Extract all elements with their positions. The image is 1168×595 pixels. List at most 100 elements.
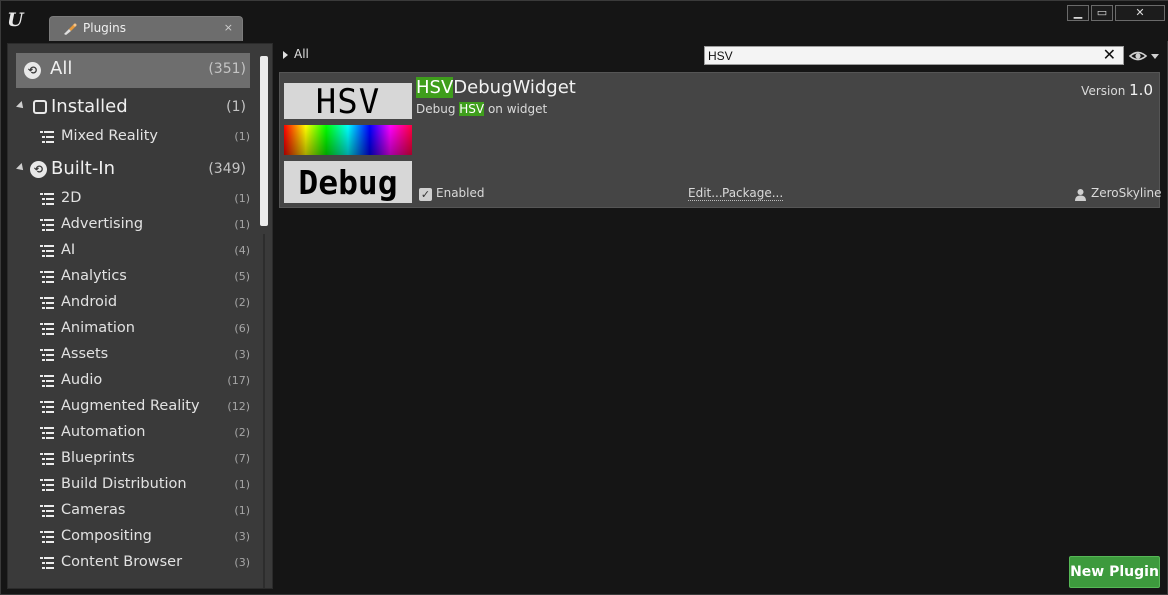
expand-arrow-icon[interactable] bbox=[16, 101, 26, 111]
list-icon bbox=[40, 245, 54, 257]
sidebar-item-label: Augmented Reality bbox=[61, 398, 200, 414]
plugin-thumbnail: HSV Debug bbox=[284, 83, 414, 205]
built-in-icon: ⟲ bbox=[30, 161, 47, 178]
scrollbar-track[interactable] bbox=[263, 234, 265, 588]
sidebar-item[interactable]: Assets (3) bbox=[8, 342, 256, 368]
search-input[interactable] bbox=[708, 48, 1088, 64]
sidebar-item-built-in[interactable]: ⟲ Built-In (349) bbox=[8, 156, 256, 182]
sidebar-item-mixed-reality[interactable]: Mixed Reality (1) bbox=[8, 124, 256, 150]
title-rest: DebugWidget bbox=[453, 77, 576, 98]
sidebar-item-count: (1) bbox=[234, 478, 250, 491]
plugins-window: U Plugins × ▁ ▭ ✕ ⟲ All (351) Installed bbox=[0, 0, 1168, 595]
minimize-button[interactable]: ▁ bbox=[1067, 5, 1089, 21]
sidebar-item[interactable]: AI (4) bbox=[8, 238, 256, 264]
sidebar-item-count: (5) bbox=[234, 270, 250, 283]
sidebar-item-label: Mixed Reality bbox=[61, 128, 158, 144]
sidebar-item-count: (3) bbox=[234, 530, 250, 543]
sidebar-item-label: 2D bbox=[61, 190, 82, 206]
sidebar-item-label: Animation bbox=[61, 320, 135, 336]
title-search-highlight: HSV bbox=[416, 77, 454, 98]
person-icon bbox=[1075, 189, 1086, 201]
desc-post: on widget bbox=[484, 102, 548, 116]
enabled-checkbox[interactable]: ✓ bbox=[419, 188, 432, 201]
list-icon bbox=[40, 531, 54, 543]
sidebar-item-count: (3) bbox=[234, 556, 250, 569]
sidebar-item[interactable]: Audio (17) bbox=[8, 368, 256, 394]
sidebar-scrollbar[interactable] bbox=[259, 54, 269, 588]
sidebar-item-all-count: (351) bbox=[208, 61, 246, 77]
sidebar-item-built-in-count: (349) bbox=[208, 161, 246, 177]
list-icon bbox=[40, 297, 54, 309]
sidebar-item-count: (6) bbox=[234, 322, 250, 335]
scrollbar-thumb[interactable] bbox=[260, 56, 268, 226]
sidebar-item[interactable]: Compositing (3) bbox=[8, 524, 256, 550]
author-name: ZeroSkyline bbox=[1091, 186, 1162, 200]
sidebar-item[interactable]: Analytics (5) bbox=[8, 264, 256, 290]
sidebar-item-count: (1) bbox=[234, 218, 250, 231]
title-bar: U Plugins × ▁ ▭ ✕ bbox=[1, 1, 1168, 41]
sidebar-item-label: Analytics bbox=[61, 268, 127, 284]
sidebar-item[interactable]: Content Browser (3) bbox=[8, 550, 256, 576]
breadcrumb-arrow-icon bbox=[283, 51, 288, 59]
sidebar-item-built-in-label: Built-In bbox=[51, 158, 116, 179]
package-link[interactable]: Package... bbox=[722, 186, 784, 201]
list-icon bbox=[40, 131, 54, 143]
sidebar-item-count: (1) bbox=[234, 130, 250, 143]
list-icon bbox=[40, 453, 54, 465]
expand-arrow-icon[interactable] bbox=[16, 163, 26, 173]
sidebar-item-count: (3) bbox=[234, 348, 250, 361]
category-sidebar: ⟲ All (351) Installed (1) Mixed Reality … bbox=[7, 43, 273, 589]
close-button[interactable]: ✕ bbox=[1115, 5, 1165, 21]
edit-link[interactable]: Edit... bbox=[688, 186, 723, 201]
plugin-card[interactable]: HSV Debug HSVDebugWidget Debug HSV on wi… bbox=[279, 72, 1162, 208]
sidebar-item-count: (1) bbox=[234, 504, 250, 517]
plugin-title: HSVDebugWidget bbox=[416, 77, 576, 98]
version-number: 1.0 bbox=[1129, 81, 1153, 99]
sidebar-item-label: Content Browser bbox=[61, 554, 183, 570]
sidebar-item-count: (2) bbox=[234, 296, 250, 309]
view-options-eye-icon[interactable] bbox=[1128, 48, 1162, 64]
plugin-icon bbox=[64, 23, 77, 35]
sidebar-item[interactable]: Cameras (1) bbox=[8, 498, 256, 524]
list-icon bbox=[40, 557, 54, 569]
sidebar-item-label: Automation bbox=[61, 424, 146, 440]
sidebar-item-count: (4) bbox=[234, 244, 250, 257]
desc-search-highlight: HSV bbox=[459, 102, 485, 116]
list-icon bbox=[40, 219, 54, 231]
sidebar-item-label: Audio bbox=[61, 372, 103, 388]
sidebar-item[interactable]: Build Distribution (1) bbox=[8, 472, 256, 498]
sidebar-item[interactable]: Automation (2) bbox=[8, 420, 256, 446]
tab-plugins[interactable]: Plugins × bbox=[49, 16, 243, 41]
sidebar-item-count: (17) bbox=[227, 374, 250, 387]
sidebar-item-count: (7) bbox=[234, 452, 250, 465]
maximize-button[interactable]: ▭ bbox=[1091, 5, 1113, 21]
sidebar-item-label: Compositing bbox=[61, 528, 152, 544]
plugin-author: ZeroSkyline bbox=[1074, 186, 1162, 202]
sidebar-item-all[interactable]: ⟲ All (351) bbox=[16, 53, 250, 88]
sidebar-item-label: Advertising bbox=[61, 216, 144, 232]
sidebar-item-installed-label: Installed bbox=[51, 96, 128, 117]
new-plugin-button[interactable]: New Plugin bbox=[1069, 556, 1160, 588]
sidebar-item[interactable]: Animation (6) bbox=[8, 316, 256, 342]
window-controls: ▁ ▭ ✕ bbox=[1067, 5, 1165, 21]
desc-pre: Debug bbox=[416, 102, 460, 116]
sidebar-item[interactable]: 2D (1) bbox=[8, 186, 256, 212]
sidebar-item-label: AI bbox=[61, 242, 76, 258]
sidebar-item[interactable]: Blueprints (7) bbox=[8, 446, 256, 472]
installed-icon bbox=[33, 100, 47, 114]
tab-close-icon[interactable]: × bbox=[224, 21, 233, 34]
breadcrumb-label[interactable]: All bbox=[294, 47, 309, 61]
plugin-version: Version 1.0 bbox=[1081, 81, 1153, 99]
thumbnail-debug-text: Debug bbox=[284, 161, 412, 203]
sidebar-item-installed[interactable]: Installed (1) bbox=[8, 94, 256, 120]
sidebar-item[interactable]: Android (2) bbox=[8, 290, 256, 316]
unreal-logo-icon: U bbox=[7, 9, 24, 31]
sidebar-item-all-label: All bbox=[50, 58, 73, 79]
clear-search-icon[interactable]: ✕ bbox=[1103, 45, 1116, 64]
list-icon bbox=[40, 375, 54, 387]
sidebar-item-count: (1) bbox=[234, 192, 250, 205]
sidebar-item[interactable]: Augmented Reality (12) bbox=[8, 394, 256, 420]
plugin-description: Debug HSV on widget bbox=[416, 102, 547, 116]
sidebar-item[interactable]: Advertising (1) bbox=[8, 212, 256, 238]
sidebar-item-label: Assets bbox=[61, 346, 109, 362]
